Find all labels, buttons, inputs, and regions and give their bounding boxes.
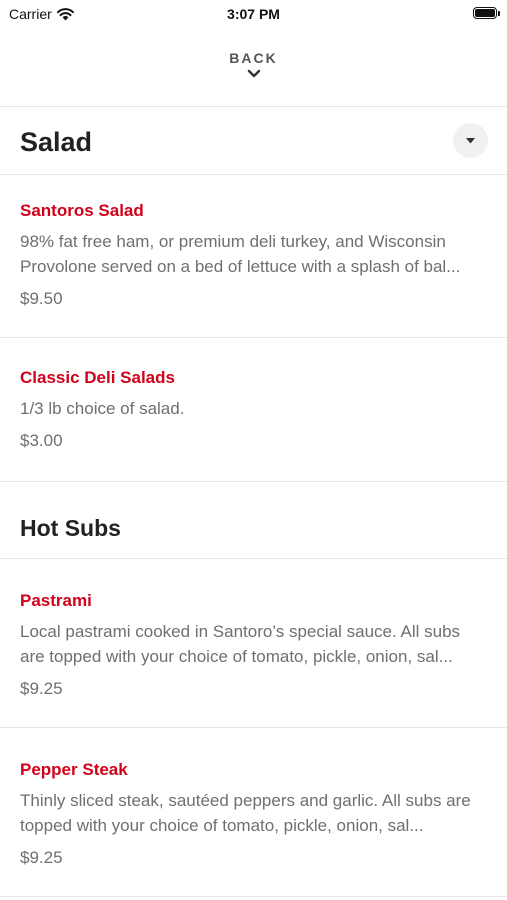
item-description: Thinly sliced steak, sautéed peppers and…	[20, 791, 471, 835]
item-price: $9.25	[20, 679, 63, 698]
section-subtitle: Hot Subs	[20, 515, 121, 541]
back-label: BACK	[229, 50, 278, 66]
chevron-down-icon	[247, 69, 260, 78]
item-name: Santoros Salad	[20, 201, 144, 220]
menu-item-classic-deli-salads[interactable]: Classic Deli Salads 1/3 lb choice of sal…	[0, 338, 507, 482]
item-description: 1/3 lb choice of salad.	[20, 399, 185, 418]
section-header-hot-subs: Hot Subs	[0, 482, 507, 559]
item-price: $3.00	[20, 431, 63, 450]
item-description: Local pastrami cooked in Santoro’s speci…	[20, 622, 461, 666]
item-price: $9.50	[20, 289, 63, 308]
category-dropdown-button[interactable]	[453, 123, 488, 158]
battery-icon	[473, 7, 500, 19]
item-description: 98% fat free ham, or premium deli turkey…	[20, 232, 461, 276]
status-time: 3:07 PM	[227, 6, 280, 22]
back-button[interactable]: BACK	[0, 28, 507, 107]
section-title: Salad	[20, 127, 93, 157]
item-name: Pastrami	[20, 591, 92, 610]
item-name: Pepper Steak	[20, 760, 128, 779]
status-bar: Carrier 3:07 PM	[0, 0, 507, 28]
item-name: Classic Deli Salads	[20, 368, 175, 387]
menu-item-pastrami[interactable]: Pastrami Local pastrami cooked in Santor…	[0, 559, 507, 728]
menu-item-santoros-salad[interactable]: Santoros Salad 98% fat free ham, or prem…	[0, 175, 507, 338]
caret-down-icon	[466, 137, 475, 143]
menu-item-pepper-steak[interactable]: Pepper Steak Thinly sliced steak, sautée…	[0, 728, 507, 897]
section-header-salad: Salad	[0, 107, 507, 175]
item-price: $9.25	[20, 848, 63, 867]
